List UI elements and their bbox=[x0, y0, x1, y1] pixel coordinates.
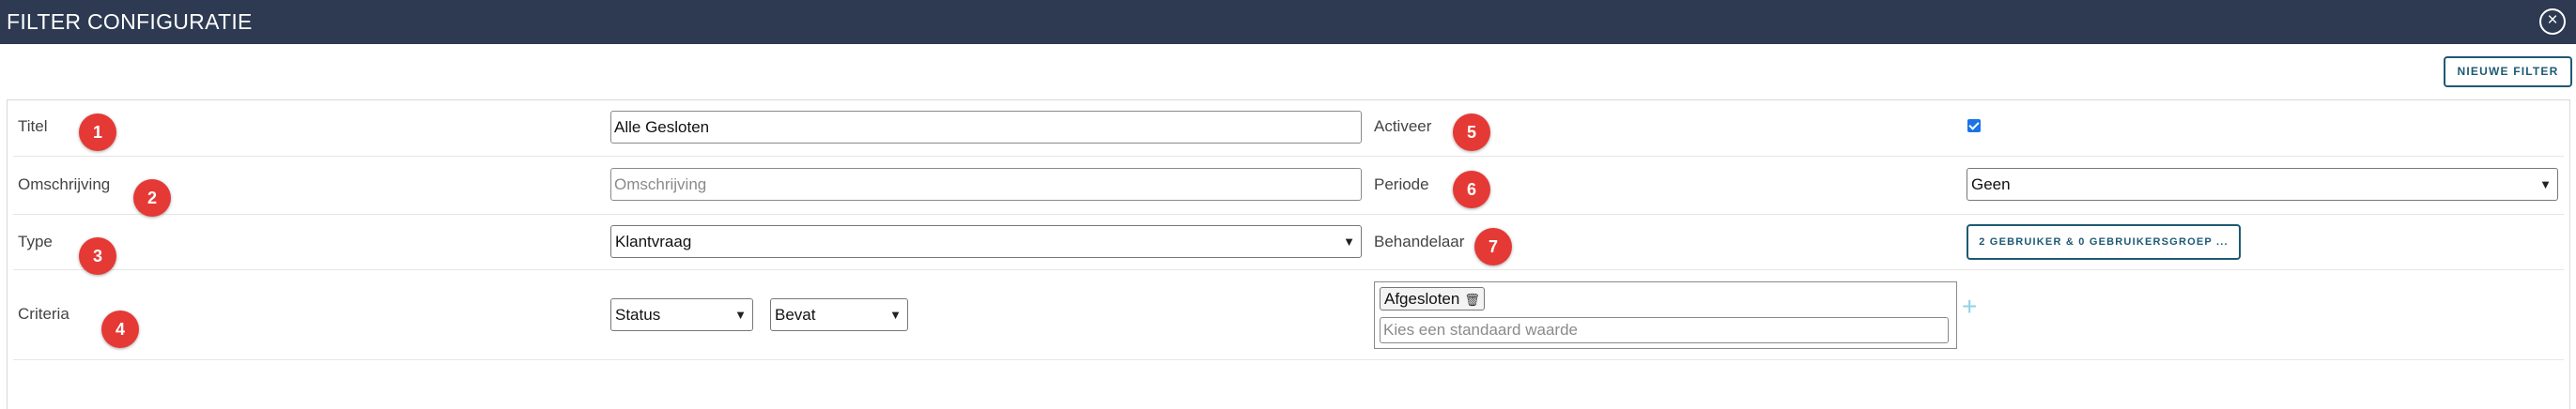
type-select[interactable]: Klantvraag ▼ bbox=[610, 225, 1362, 258]
criteria-value-input[interactable]: Kies een standaard waarde bbox=[1380, 317, 1949, 343]
description-label: Omschrijving bbox=[18, 175, 111, 193]
criteria-values-box: Afgesloten 🗑 Kies een standaard waarde bbox=[1374, 281, 1957, 349]
criteria-field-select[interactable]: Status ▼ bbox=[610, 298, 753, 331]
window-titlebar: FILTER CONFIGURATIE × bbox=[0, 0, 2576, 44]
criteria-value-tag-label: Afgesloten bbox=[1384, 290, 1460, 308]
activate-checkbox[interactable] bbox=[1967, 119, 1981, 132]
new-filter-button[interactable]: NIEUWE FILTER bbox=[2444, 56, 2572, 87]
activate-badge: 5 bbox=[1453, 114, 1490, 151]
period-label: Periode bbox=[1374, 175, 1429, 193]
chevron-down-icon: ▼ bbox=[2539, 177, 2552, 191]
assignee-button[interactable]: 2 GEBRUIKER & 0 GEBRUIKERSGROEP ... bbox=[1967, 224, 2241, 260]
period-badge: 6 bbox=[1453, 171, 1490, 208]
row-divider bbox=[13, 359, 2564, 360]
chevron-down-icon: ▼ bbox=[889, 308, 902, 322]
assignee-badge: 7 bbox=[1474, 228, 1512, 265]
add-criteria-icon[interactable]: + bbox=[1962, 293, 1977, 321]
title-badge: 1 bbox=[79, 114, 116, 151]
row-divider bbox=[13, 214, 2564, 215]
row-divider bbox=[13, 269, 2564, 270]
window-title: FILTER CONFIGURATIE bbox=[7, 9, 253, 34]
period-selected-value: Geen bbox=[1971, 175, 2011, 193]
criteria-operator-value: Bevat bbox=[775, 306, 816, 324]
title-label: Titel bbox=[18, 117, 48, 135]
description-input[interactable]: Omschrijving bbox=[610, 168, 1362, 201]
chevron-down-icon: ▼ bbox=[1343, 235, 1355, 249]
type-badge: 3 bbox=[79, 237, 116, 275]
criteria-field-value: Status bbox=[615, 306, 661, 324]
criteria-value-tag: Afgesloten 🗑 bbox=[1380, 287, 1485, 311]
type-label: Type bbox=[18, 233, 53, 250]
criteria-label: Criteria bbox=[18, 305, 69, 323]
chevron-down-icon: ▼ bbox=[734, 308, 747, 322]
row-divider bbox=[13, 156, 2564, 157]
close-icon[interactable]: × bbox=[2539, 8, 2566, 35]
trash-icon[interactable]: 🗑 bbox=[1464, 293, 1480, 307]
activate-label: Activeer bbox=[1374, 117, 1432, 135]
criteria-badge: 4 bbox=[101, 311, 139, 348]
type-selected-value: Klantvraag bbox=[615, 233, 692, 250]
criteria-operator-select[interactable]: Bevat ▼ bbox=[770, 298, 908, 331]
description-badge: 2 bbox=[133, 179, 171, 217]
title-input[interactable]: Alle Gesloten bbox=[610, 111, 1362, 144]
assignee-label: Behandelaar bbox=[1374, 233, 1465, 250]
period-select[interactable]: Geen ▼ bbox=[1967, 168, 2558, 201]
